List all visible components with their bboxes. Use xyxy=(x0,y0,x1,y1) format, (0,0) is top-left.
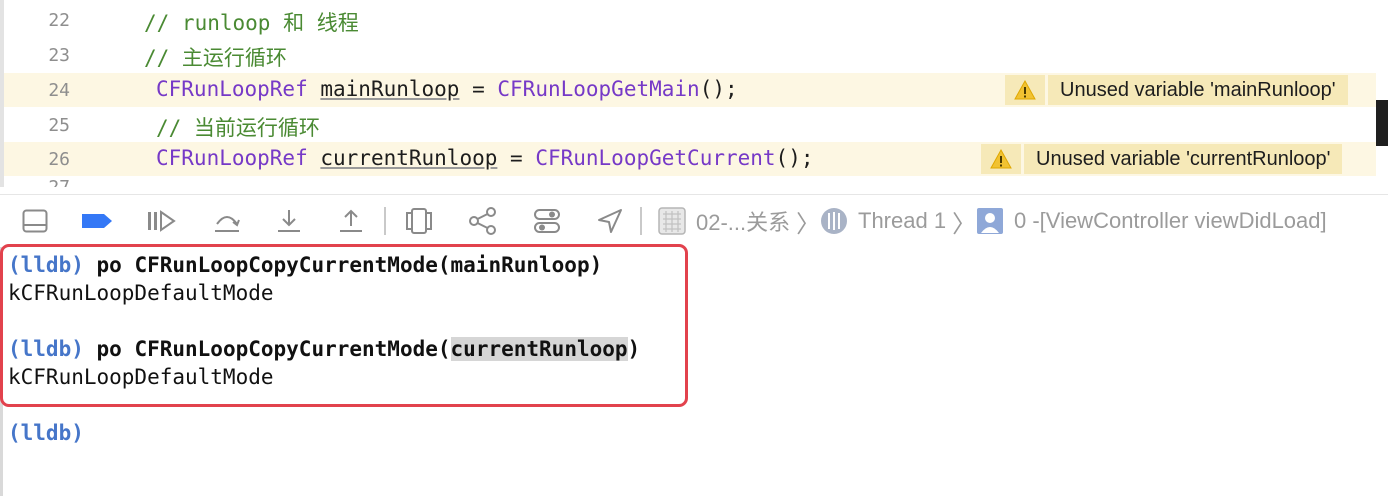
line-number: 24 xyxy=(48,80,70,101)
lldb-prompt: (lldb) xyxy=(8,421,84,445)
continue-icon[interactable] xyxy=(142,205,180,237)
user-frame-icon xyxy=(974,205,1006,237)
breadcrumb-frame-label: 0 -[ViewController viewDidLoad] xyxy=(1014,208,1327,233)
step-out-icon[interactable] xyxy=(334,205,368,237)
step-over-icon[interactable] xyxy=(208,205,246,237)
warning-triangle-icon xyxy=(981,144,1021,174)
step-into-icon[interactable] xyxy=(272,205,306,237)
code-line-27[interactable]: 27 xyxy=(0,176,1376,187)
toolbar-separator xyxy=(384,207,386,235)
code-line-26[interactable]: 26 CFRunLoopRef currentRunloop = CFRunLo… xyxy=(0,142,1376,176)
variable-name: mainRunloop xyxy=(320,77,460,101)
breakpoints-toggle-icon[interactable] xyxy=(78,205,116,237)
warning-annotation[interactable]: Unused variable 'mainRunloop' xyxy=(1005,75,1348,105)
project-icon xyxy=(656,205,688,237)
window-edge xyxy=(1376,100,1388,146)
warning-annotation[interactable]: Unused variable 'currentRunloop' xyxy=(981,144,1343,174)
warning-message: Unused variable 'currentRunloop' xyxy=(1024,144,1343,174)
code-comment: // 主运行循环 xyxy=(144,46,287,70)
code-statement: CFRunLoopRef mainRunloop = CFRunLoopGetM… xyxy=(156,77,738,101)
code-comment: // runloop 和 线程 xyxy=(144,11,359,35)
toolbar-separator xyxy=(640,207,642,235)
environment-overrides-icon[interactable] xyxy=(528,205,566,237)
line-number: 27 xyxy=(30,177,70,187)
breadcrumb-project[interactable]: 02-...关系 〉 xyxy=(696,205,821,238)
line-number: 26 xyxy=(48,149,70,170)
hide-debug-area-icon[interactable] xyxy=(18,205,52,237)
chevron-right-icon: 〉 xyxy=(952,210,977,238)
code-line-23[interactable]: 23 // 主运行循环 xyxy=(0,38,1376,72)
annotation-highlight-box xyxy=(0,244,688,407)
breadcrumb-thread[interactable]: Thread 1 〉 xyxy=(858,205,977,238)
breadcrumb-frame[interactable]: 0 -[ViewController viewDidLoad] xyxy=(1014,205,1327,237)
view-debugger-icon[interactable] xyxy=(400,205,438,237)
console-input-line[interactable]: (lldb) xyxy=(8,421,84,445)
editor-left-border xyxy=(0,0,4,187)
warning-message: Unused variable 'mainRunloop' xyxy=(1048,75,1348,105)
code-line-25[interactable]: 25 // 当前运行循环 xyxy=(0,108,1376,142)
code-statement: CFRunLoopRef currentRunloop = CFRunLoopG… xyxy=(156,146,814,170)
code-line-22[interactable]: 22 // runloop 和 线程 xyxy=(0,3,1376,37)
thread-icon xyxy=(818,205,850,237)
code-line-24[interactable]: 24 CFRunLoopRef mainRunloop = CFRunLoopG… xyxy=(0,73,1376,107)
line-number: 23 xyxy=(48,45,70,66)
breadcrumb-thread-label: Thread 1 xyxy=(858,208,947,233)
simulate-location-icon[interactable] xyxy=(592,205,628,237)
line-number: 25 xyxy=(48,115,70,136)
debug-toolbar: 02-...关系 〉 Thread 1 〉 0 -[ViewController… xyxy=(0,194,1388,247)
line-number: 22 xyxy=(48,10,70,31)
chevron-right-icon: 〉 xyxy=(796,210,821,238)
memory-graph-icon[interactable] xyxy=(464,205,502,237)
breadcrumb-project-label: 02-...关系 xyxy=(696,210,791,235)
source-editor[interactable]: 22 // runloop 和 线程 23 // 主运行循环 24 CFRunL… xyxy=(0,0,1388,187)
code-comment: // 当前运行循环 xyxy=(156,116,320,140)
warning-triangle-icon xyxy=(1005,75,1045,105)
variable-name: currentRunloop xyxy=(320,146,498,170)
